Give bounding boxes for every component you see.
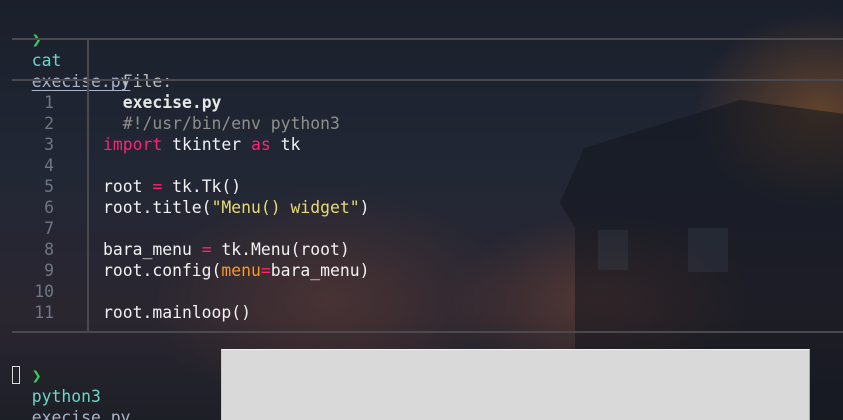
- code-token: ): [359, 198, 370, 217]
- code-line-9: root.config(menu=bara_menu): [103, 260, 369, 281]
- code-token: tk.Menu(root): [211, 240, 350, 259]
- viewer-file-header: File: execise.py: [103, 50, 222, 112]
- line-number: 7: [44, 219, 54, 238]
- module-name: tkinter: [162, 135, 252, 154]
- command-file-link[interactable]: execise.py: [32, 408, 131, 420]
- code-token: bara_menu): [270, 261, 370, 280]
- background-window: [598, 230, 628, 270]
- module-alias: tk: [270, 135, 301, 154]
- line-number: 4: [44, 156, 54, 175]
- string-literal: "Menu() widget": [211, 198, 360, 217]
- line-number: 9: [44, 261, 54, 280]
- assign-operator: =: [260, 261, 271, 280]
- line-number: 2: [44, 114, 54, 133]
- file-label: File:: [122, 72, 173, 91]
- prompt-line-cat: ❯ cat execise.py: [12, 8, 131, 91]
- code-line-6: root.title("Menu() widget"): [103, 197, 369, 218]
- line-number: 5: [44, 177, 54, 196]
- code-line-11: root.mainloop(): [103, 302, 251, 323]
- viewer-top-border: [12, 38, 843, 40]
- keyword-argument: menu: [221, 261, 261, 280]
- code-token: root.title(: [103, 198, 212, 217]
- code-token: root.mainloop(): [103, 303, 252, 322]
- command-name: python3: [31, 387, 101, 406]
- keyword-as: as: [251, 135, 271, 154]
- assign-operator: =: [152, 177, 163, 196]
- assign-operator: =: [201, 240, 212, 259]
- viewer-bottom-border: [12, 331, 843, 333]
- code-token: root.config(: [103, 261, 222, 280]
- prompt-arrow-icon: ❯: [31, 366, 42, 385]
- line-number: 11: [34, 303, 54, 322]
- code-line-5: root = tk.Tk(): [103, 176, 241, 197]
- line-number: 10: [34, 282, 54, 301]
- background-window: [688, 228, 728, 272]
- code-token: root: [103, 177, 153, 196]
- code-token: tk.Tk(): [162, 177, 242, 196]
- line-number: 8: [44, 240, 54, 259]
- tk-menu-window[interactable]: [221, 349, 810, 420]
- terminal-cursor: [12, 366, 20, 384]
- line-number: 6: [44, 198, 54, 217]
- code-line-8: bara_menu = tk.Menu(root): [103, 239, 350, 260]
- viewer-header-separator: [87, 40, 89, 79]
- command-name: cat: [31, 51, 62, 70]
- line-number: 1: [44, 93, 54, 112]
- keyword-import: import: [103, 135, 163, 154]
- code-line-3: import tkinter as tk: [103, 134, 300, 155]
- line-number: 3: [44, 135, 54, 154]
- code-token: bara_menu: [103, 240, 202, 259]
- code-line-1: #!/usr/bin/env python3: [103, 92, 340, 133]
- prompt-line-python: ❯ python3 execise.py: [12, 344, 131, 420]
- shebang-comment: #!/usr/bin/env python3: [122, 114, 340, 133]
- viewer-header-border: [12, 79, 843, 81]
- viewer-gutter-separator: [87, 81, 89, 331]
